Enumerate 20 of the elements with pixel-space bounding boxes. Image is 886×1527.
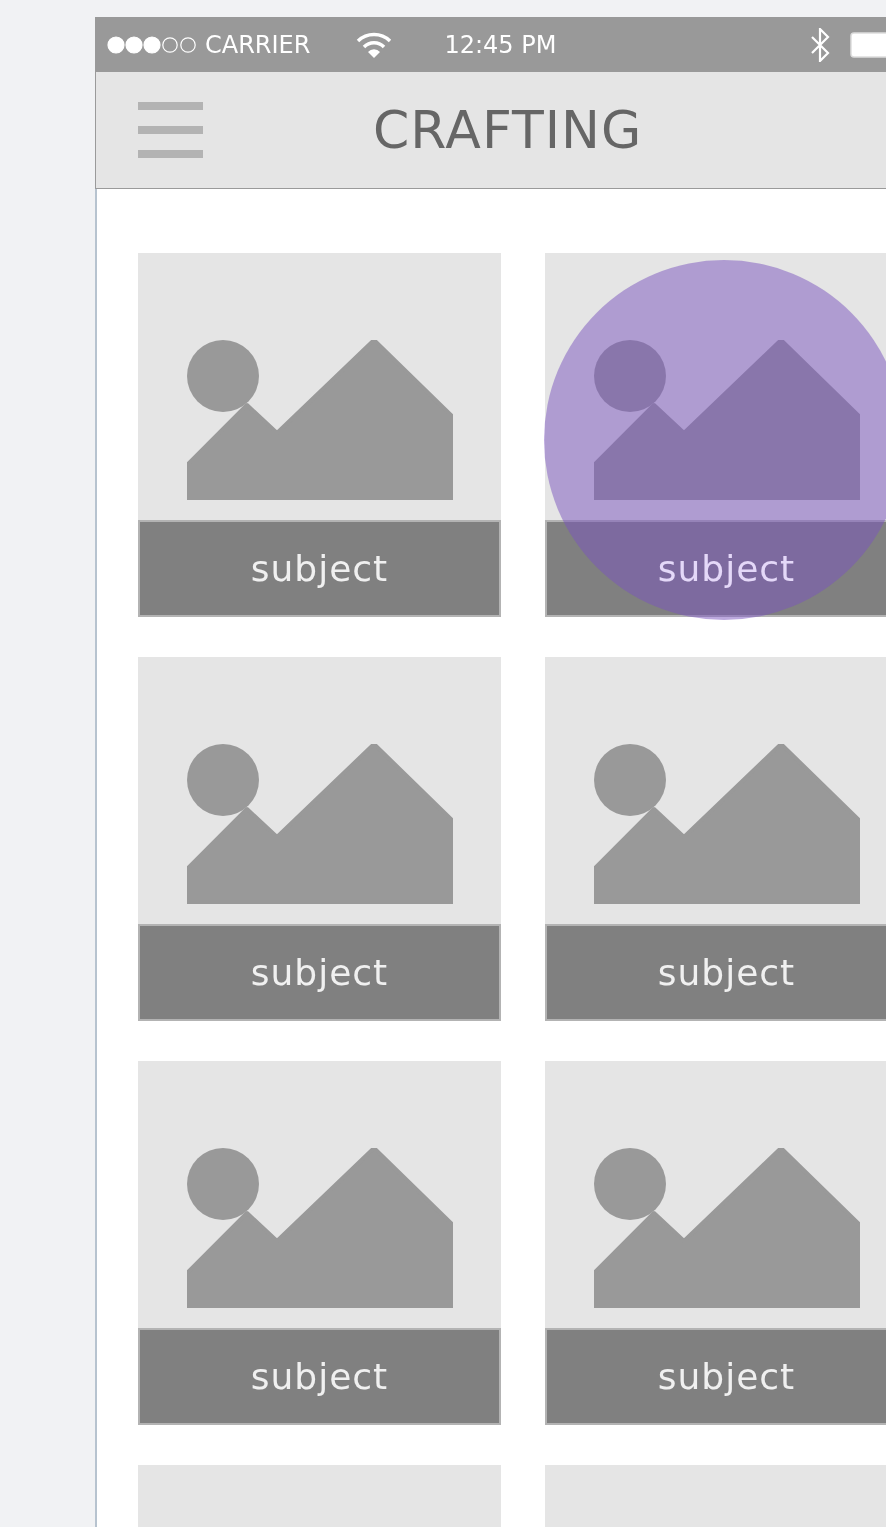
card-caption: subject [250, 548, 389, 589]
screen-title: CRAFTING [373, 100, 643, 160]
menu-icon[interactable] [138, 102, 203, 158]
image-placeholder-icon [594, 744, 860, 904]
card-caption: subject [657, 952, 796, 993]
image-placeholder-icon [594, 1148, 860, 1308]
battery-icon [850, 31, 886, 58]
card-caption: subject [250, 1356, 389, 1397]
signal-icon [107, 35, 197, 54]
image-placeholder-icon [187, 744, 453, 904]
image-placeholder-icon [187, 1148, 453, 1308]
card-caption: subject [657, 1356, 796, 1397]
bluetooth-icon [810, 27, 831, 62]
wifi-icon [356, 30, 393, 59]
image-placeholder-icon [187, 340, 453, 500]
card-caption: subject [250, 952, 389, 993]
card-caption: subject [657, 548, 796, 589]
carrier-name: CARRIER [205, 30, 311, 59]
image-placeholder-icon [594, 340, 860, 500]
status-time: 12:45 PM [444, 30, 557, 59]
